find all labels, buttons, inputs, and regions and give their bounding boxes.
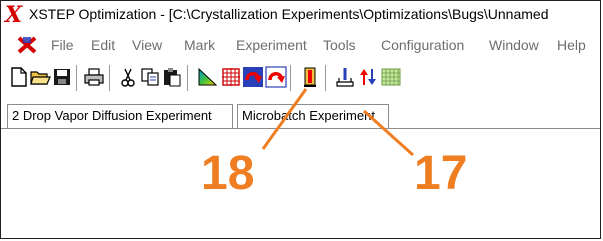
callout-number-17: 17 (414, 147, 468, 200)
callout-leader-lines (261, 88, 415, 157)
callout-number-18: 18 (201, 147, 255, 200)
app-window: X XSTEP Optimization - [C:\Crystallizati… (0, 0, 601, 239)
